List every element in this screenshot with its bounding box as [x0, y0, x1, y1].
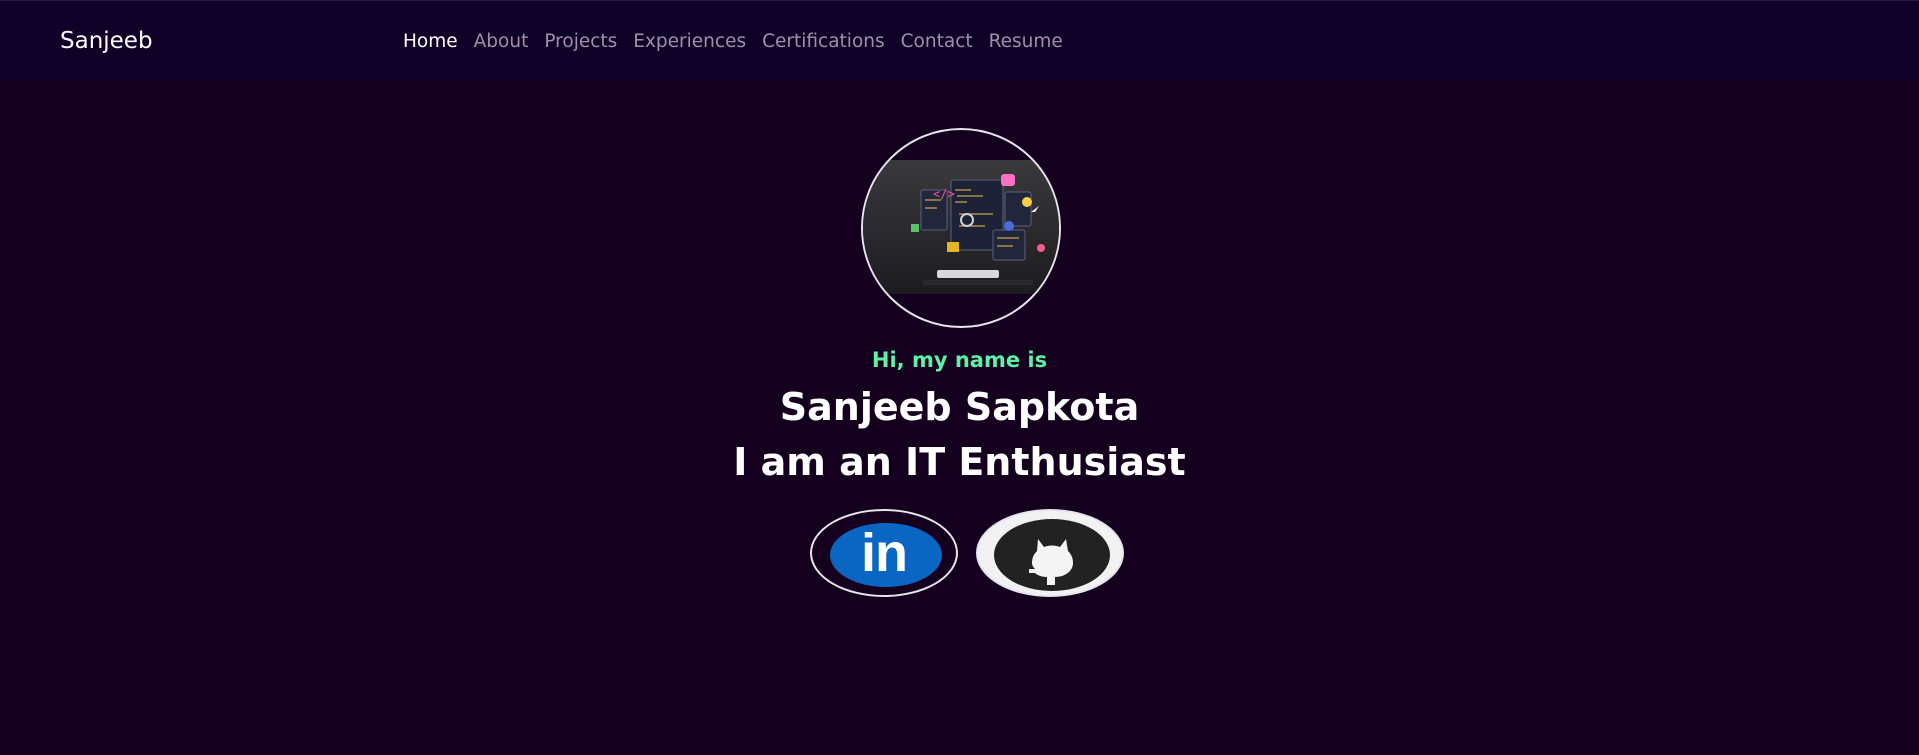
greeting-text: Hi, my name is [871, 348, 1048, 372]
navbar: Sanjeeb Home About Projects Experiences … [0, 0, 1919, 81]
linkedin-label: in [861, 523, 908, 583]
linkedin-link[interactable]: in [810, 509, 958, 597]
github-icon [994, 519, 1110, 591]
brand-logo[interactable]: Sanjeeb [60, 27, 153, 55]
nav-link-resume[interactable]: Resume [989, 31, 1063, 52]
nav-link-about[interactable]: About [474, 31, 529, 52]
nav-link-projects[interactable]: Projects [544, 31, 617, 52]
hero-role: I am an IT Enthusiast [733, 440, 1186, 484]
github-link[interactable] [976, 509, 1124, 597]
nav-link-experiences[interactable]: Experiences [633, 31, 746, 52]
nav-link-certifications[interactable]: Certifications [762, 31, 885, 52]
nav-link-contact[interactable]: Contact [901, 31, 973, 52]
profile-avatar: </> [861, 128, 1061, 328]
svg-text:</>: </> [933, 187, 955, 201]
hero-name: Sanjeeb Sapkota [779, 385, 1140, 429]
nav-links: Home About Projects Experiences Certific… [403, 30, 1063, 54]
nav-link-home[interactable]: Home [403, 31, 458, 52]
developer-workspace-illustration: </> [863, 160, 1059, 294]
